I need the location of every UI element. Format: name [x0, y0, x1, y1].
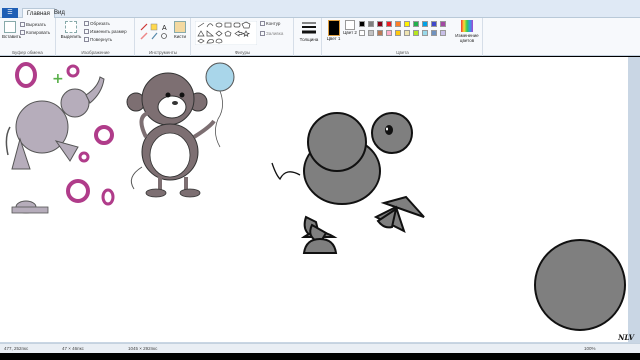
palette-swatch[interactable] — [359, 30, 365, 36]
line-width-icon — [302, 22, 316, 34]
crop-icon — [84, 21, 89, 27]
title-bar — [0, 0, 640, 8]
colors-group: Цвет 1 Цвет 2 Изменение цветов Цвета — [323, 18, 483, 56]
color1-swatch — [327, 20, 340, 36]
image-group: Выделить Обрезать Изменить размер Поверн… — [57, 18, 135, 56]
size-group: Толщина — [295, 18, 322, 56]
fill-icon — [260, 31, 265, 37]
resize-icon — [84, 29, 89, 35]
svg-text:+: + — [52, 71, 64, 87]
palette-swatch[interactable] — [395, 21, 401, 27]
tools-label: Инструменты — [148, 50, 178, 55]
copy-icon — [20, 30, 25, 36]
resize-button[interactable]: Изменить размер — [84, 29, 127, 35]
color2-button[interactable]: Цвет 2 — [343, 20, 357, 35]
palette-swatch[interactable] — [395, 30, 401, 36]
image-label: Изображение — [81, 50, 110, 55]
edit-colors-button[interactable]: Изменение цветов — [454, 20, 480, 43]
tab-row — [0, 8, 640, 18]
palette-swatch[interactable] — [368, 21, 374, 27]
cut-button[interactable]: Вырезать — [20, 22, 46, 28]
color2-swatch — [345, 20, 355, 30]
reference-monkey-picture — [126, 62, 235, 198]
palette-swatch[interactable] — [377, 30, 383, 36]
cursor-position: 477, 252пкс — [4, 346, 29, 351]
reference-elephant-picture: + — [5, 62, 115, 214]
select-icon — [65, 21, 77, 33]
tab-view[interactable]: Вид — [50, 8, 69, 18]
rainbow-icon — [461, 20, 473, 32]
palette-swatch[interactable] — [359, 21, 365, 27]
drawing-canvas[interactable]: + — [0, 57, 628, 342]
brushes-button[interactable]: Кисти — [172, 21, 188, 39]
palette-swatch[interactable] — [413, 30, 419, 36]
select-button[interactable]: Выделить — [60, 21, 82, 39]
drawn-circle[interactable] — [534, 239, 626, 331]
author-signature: NLV — [618, 333, 634, 342]
palette-swatch[interactable] — [440, 21, 446, 27]
paste-button[interactable]: Вставить — [2, 21, 21, 39]
clipboard-label: Буфер обмена — [12, 50, 43, 55]
svg-text:A: A — [162, 25, 167, 32]
palette-swatch[interactable] — [386, 30, 392, 36]
tools-icons[interactable]: A — [139, 22, 171, 42]
selection-size: 47 × 46пкс — [62, 346, 84, 351]
palette-swatch[interactable] — [404, 30, 410, 36]
file-menu-button[interactable]: ☰ — [2, 8, 18, 18]
copy-button[interactable]: Копировать — [20, 30, 50, 36]
size-button[interactable]: Толщина — [298, 20, 320, 42]
palette-swatch[interactable] — [422, 30, 428, 36]
zoom-level: 100% — [584, 346, 596, 351]
drawn-elephant[interactable] — [271, 112, 425, 254]
rotate-icon — [84, 37, 89, 43]
image-size: 1045 × 292пкс — [128, 346, 158, 351]
outline-button[interactable]: Контур — [260, 21, 280, 27]
palette-swatch[interactable] — [422, 21, 428, 27]
status-bar: 477, 252пкс 47 × 46пкс 1045 × 292пкс 100… — [0, 343, 640, 353]
ribbon: Вставить Вырезать Копировать Буфер обмен… — [0, 18, 640, 56]
scissors-icon — [20, 22, 25, 28]
rotate-button[interactable]: Повернуть — [84, 37, 112, 43]
palette-swatch[interactable] — [404, 21, 410, 27]
palette-swatch[interactable] — [368, 30, 374, 36]
shapes-group: Контур Заливка Фигуры — [192, 18, 294, 56]
clipboard-group: Вставить Вырезать Копировать Буфер обмен… — [0, 18, 56, 56]
palette-swatch[interactable] — [386, 21, 392, 27]
fill-button[interactable]: Заливка — [260, 31, 283, 37]
shapes-gallery[interactable] — [195, 21, 257, 45]
tools-group: A Кисти Инструменты — [136, 18, 191, 56]
outline-icon — [260, 21, 265, 27]
palette-swatch[interactable] — [413, 21, 419, 27]
shapes-label: Фигуры — [234, 50, 251, 55]
clipboard-icon — [4, 21, 16, 33]
palette-swatch[interactable] — [431, 30, 437, 36]
colors-label: Цвета — [396, 50, 409, 55]
color1-button[interactable]: Цвет 1 — [326, 20, 341, 41]
brush-icon — [174, 21, 186, 33]
palette-swatch[interactable] — [377, 21, 383, 27]
crop-button[interactable]: Обрезать — [84, 21, 110, 27]
palette-swatch[interactable] — [440, 30, 446, 36]
palette-swatch[interactable] — [431, 21, 437, 27]
